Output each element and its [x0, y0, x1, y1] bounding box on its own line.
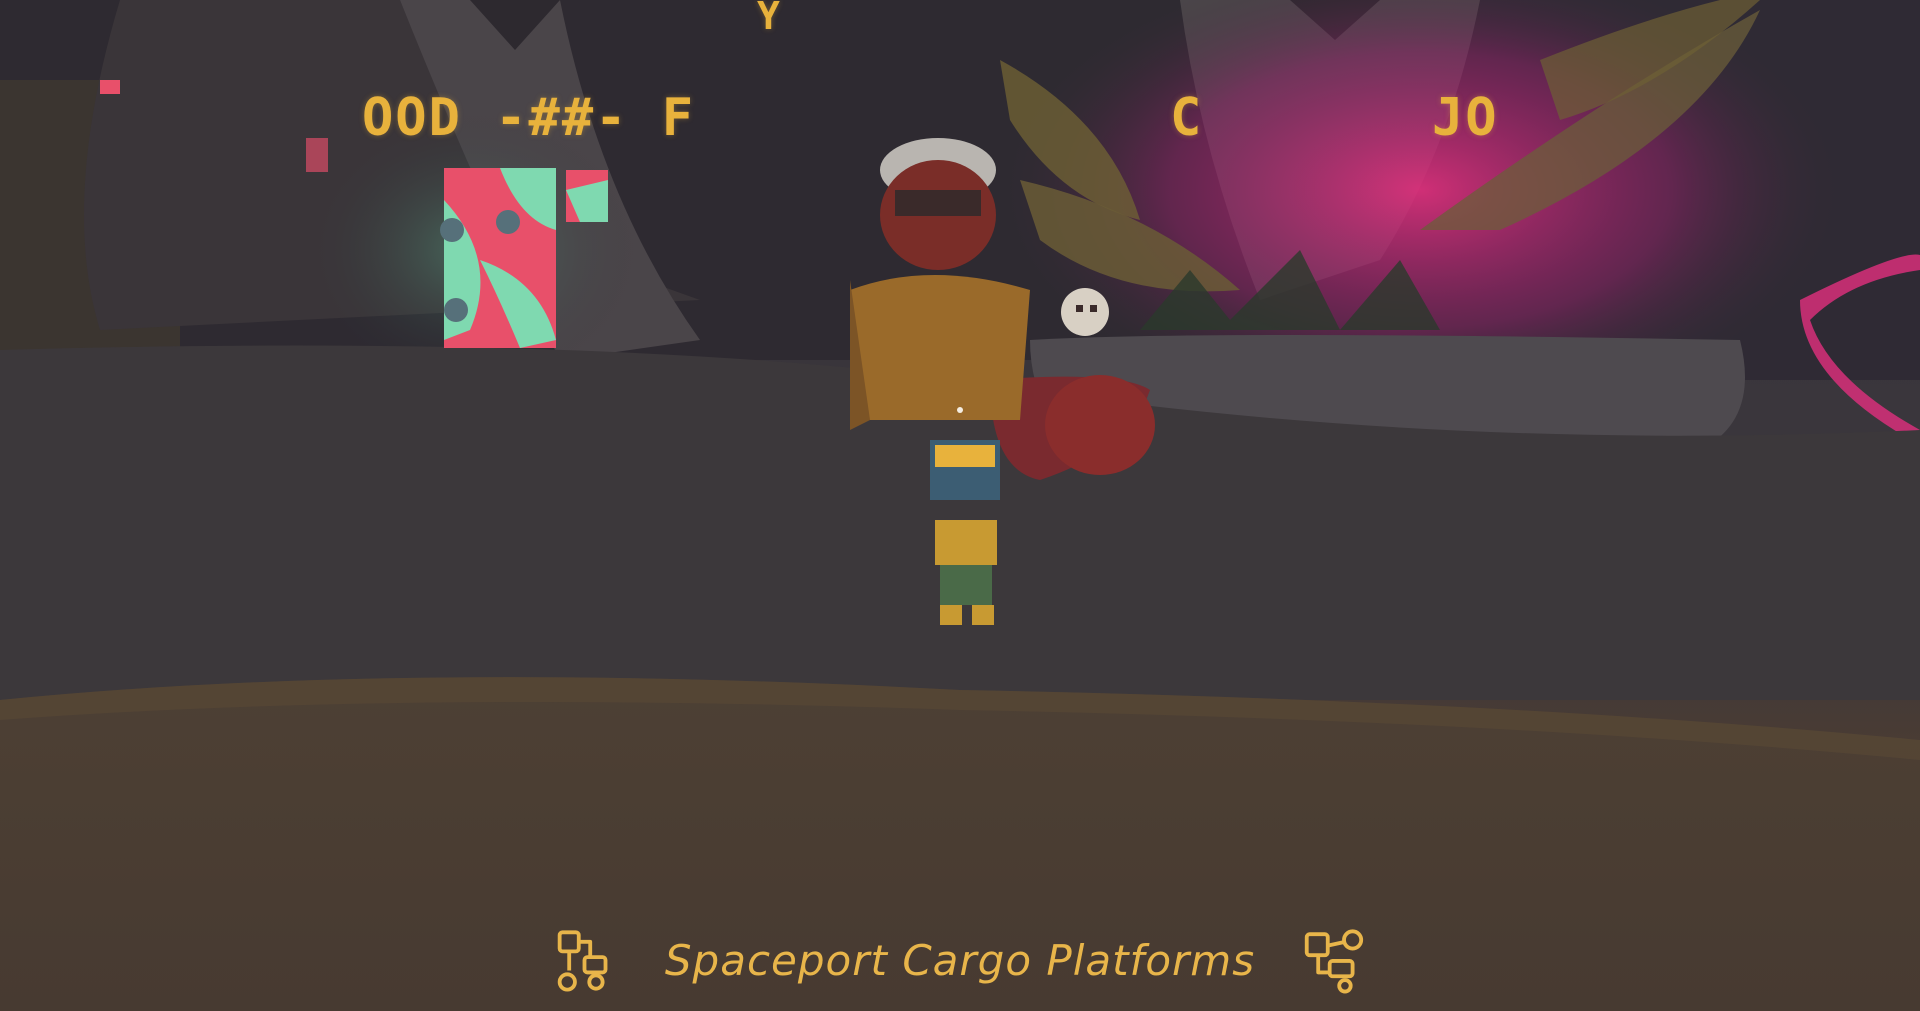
sign-top: Y	[757, 0, 782, 38]
small-sign	[100, 80, 120, 94]
game-world	[0, 0, 1920, 1011]
game-scene: OOD -##- F Y C JO Spaceport Cargo Platfo…	[0, 0, 1920, 1011]
location-name: Spaceport Cargo Platforms	[664, 935, 1256, 985]
location-banner: Spaceport Cargo Platforms	[552, 920, 1368, 1000]
path-nodes-icon	[1304, 929, 1364, 994]
sign-right-b: JO	[1432, 88, 1499, 148]
crosshair	[957, 407, 963, 413]
path-nodes-icon	[557, 930, 608, 992]
small-sign	[306, 138, 328, 172]
sign-left: OOD -##- F	[362, 88, 696, 148]
sign-right-a: C	[1170, 88, 1204, 148]
